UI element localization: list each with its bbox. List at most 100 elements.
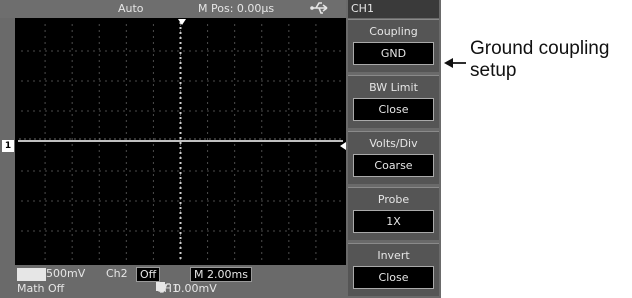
graticule-dot: [125, 156, 127, 158]
graticule-dot: [39, 50, 41, 52]
graticule-dot: [267, 170, 269, 172]
graticule-dot: [234, 72, 236, 74]
graticule-dot: [125, 66, 127, 68]
graticule-dot: [288, 60, 290, 62]
graticule-dot: [303, 200, 305, 202]
graticule-dot: [171, 110, 173, 112]
graticule-dot: [288, 120, 290, 122]
graticule-dot: [207, 80, 209, 82]
graticule-dot: [315, 90, 317, 92]
graticule-dot: [171, 80, 173, 82]
graticule-dot: [329, 138, 331, 140]
graticule-dot: [33, 230, 35, 232]
graticule-dot: [180, 30, 181, 32]
graticule-dot: [119, 138, 121, 140]
graticule-dot: [174, 138, 176, 140]
graticule-dot: [152, 240, 154, 242]
graticule-dot: [207, 170, 209, 172]
graticule-dot: [180, 204, 181, 206]
graticule-dot: [291, 80, 293, 82]
graticule-dot: [33, 80, 35, 82]
graticule-dot: [98, 96, 100, 98]
graticule-dot: [267, 230, 269, 232]
graticule-dot: [269, 138, 271, 140]
graticule-dot: [321, 80, 323, 82]
graticule-dot: [279, 230, 281, 232]
graticule-dot: [261, 96, 263, 98]
graticule-dot: [98, 42, 100, 44]
graticule-dot: [179, 72, 182, 74]
graticule-dot: [207, 192, 209, 194]
graticule-dot: [327, 110, 329, 112]
graticule-dot: [71, 174, 73, 176]
graticule-dot: [98, 168, 100, 170]
graticule-dot: [267, 110, 269, 112]
graticule-dot: [57, 80, 59, 82]
graticule-dot: [165, 230, 167, 232]
graticule-dot: [44, 186, 46, 188]
graticule-dot: [125, 234, 127, 236]
graticule-dot: [44, 54, 46, 56]
graticule-dot: [71, 66, 73, 68]
invert-label: Invert: [377, 249, 410, 262]
invert-menu-item[interactable]: Invert Close: [348, 243, 439, 296]
graticule-dot: [225, 200, 227, 202]
graticule-dot: [261, 138, 263, 140]
graticule-dot: [177, 230, 179, 232]
graticule-dot: [179, 172, 182, 174]
horizontal-position: M Pos: 0.00µs: [198, 2, 275, 15]
graticule-dot: [71, 150, 73, 152]
graticule-dot: [180, 114, 181, 116]
graticule-dot: [261, 150, 263, 152]
graticule-dot: [152, 192, 154, 194]
graticule-dot: [303, 80, 305, 82]
graticule-dot: [249, 138, 251, 140]
graticule-dot: [171, 170, 173, 172]
graticule-dot: [177, 50, 179, 52]
graticule-dot: [213, 230, 215, 232]
graticule-dot: [44, 144, 46, 146]
graticule-dot: [199, 138, 201, 140]
graticule-dot: [63, 230, 65, 232]
graticule-dot: [315, 180, 317, 182]
graticule-dot: [71, 240, 73, 242]
graticule-dot: [44, 114, 46, 116]
graticule-dot: [255, 200, 257, 202]
graticule-dot: [152, 150, 154, 152]
trigger-level: 0.00mV: [174, 282, 217, 295]
graticule-dot: [234, 60, 236, 62]
graticule-dot: [71, 198, 73, 200]
graticule-dot: [135, 80, 137, 82]
graticule-dot: [315, 170, 317, 172]
graticule-dot: [51, 110, 53, 112]
graticule-dot: [152, 132, 154, 134]
graticule-dot: [249, 230, 251, 232]
graticule-dot: [71, 108, 73, 110]
ch1-badge: CH1: [17, 268, 46, 281]
volts-div-menu-item[interactable]: Volts/Div Coarse: [348, 131, 439, 184]
graticule-dot: [105, 200, 107, 202]
graticule-dot: [201, 80, 203, 82]
graticule-dot: [165, 200, 167, 202]
graticule-dot: [33, 110, 35, 112]
graticule-dot: [71, 90, 73, 92]
math-status: Math Off: [17, 282, 65, 295]
graticule-dot: [125, 132, 127, 134]
graticule-dot: [234, 30, 236, 32]
graticule-dot: [288, 72, 290, 74]
graticule-dot: [315, 42, 317, 44]
graticule-dot: [183, 230, 185, 232]
coupling-menu-item[interactable]: Coupling GND: [348, 19, 439, 72]
graticule-dot: [44, 234, 46, 236]
graticule-dot: [89, 138, 91, 140]
graticule-dot: [125, 114, 127, 116]
graticule-dot: [71, 132, 73, 134]
graticule-dot: [135, 50, 137, 52]
graticule-dot: [98, 60, 100, 62]
bw-limit-menu-item[interactable]: BW Limit Close: [348, 75, 439, 128]
graticule-dot: [213, 80, 215, 82]
graticule-dot: [98, 228, 100, 230]
graticule-dot: [273, 80, 275, 82]
probe-menu-item[interactable]: Probe 1X: [348, 187, 439, 240]
graticule-dot: [111, 110, 113, 112]
